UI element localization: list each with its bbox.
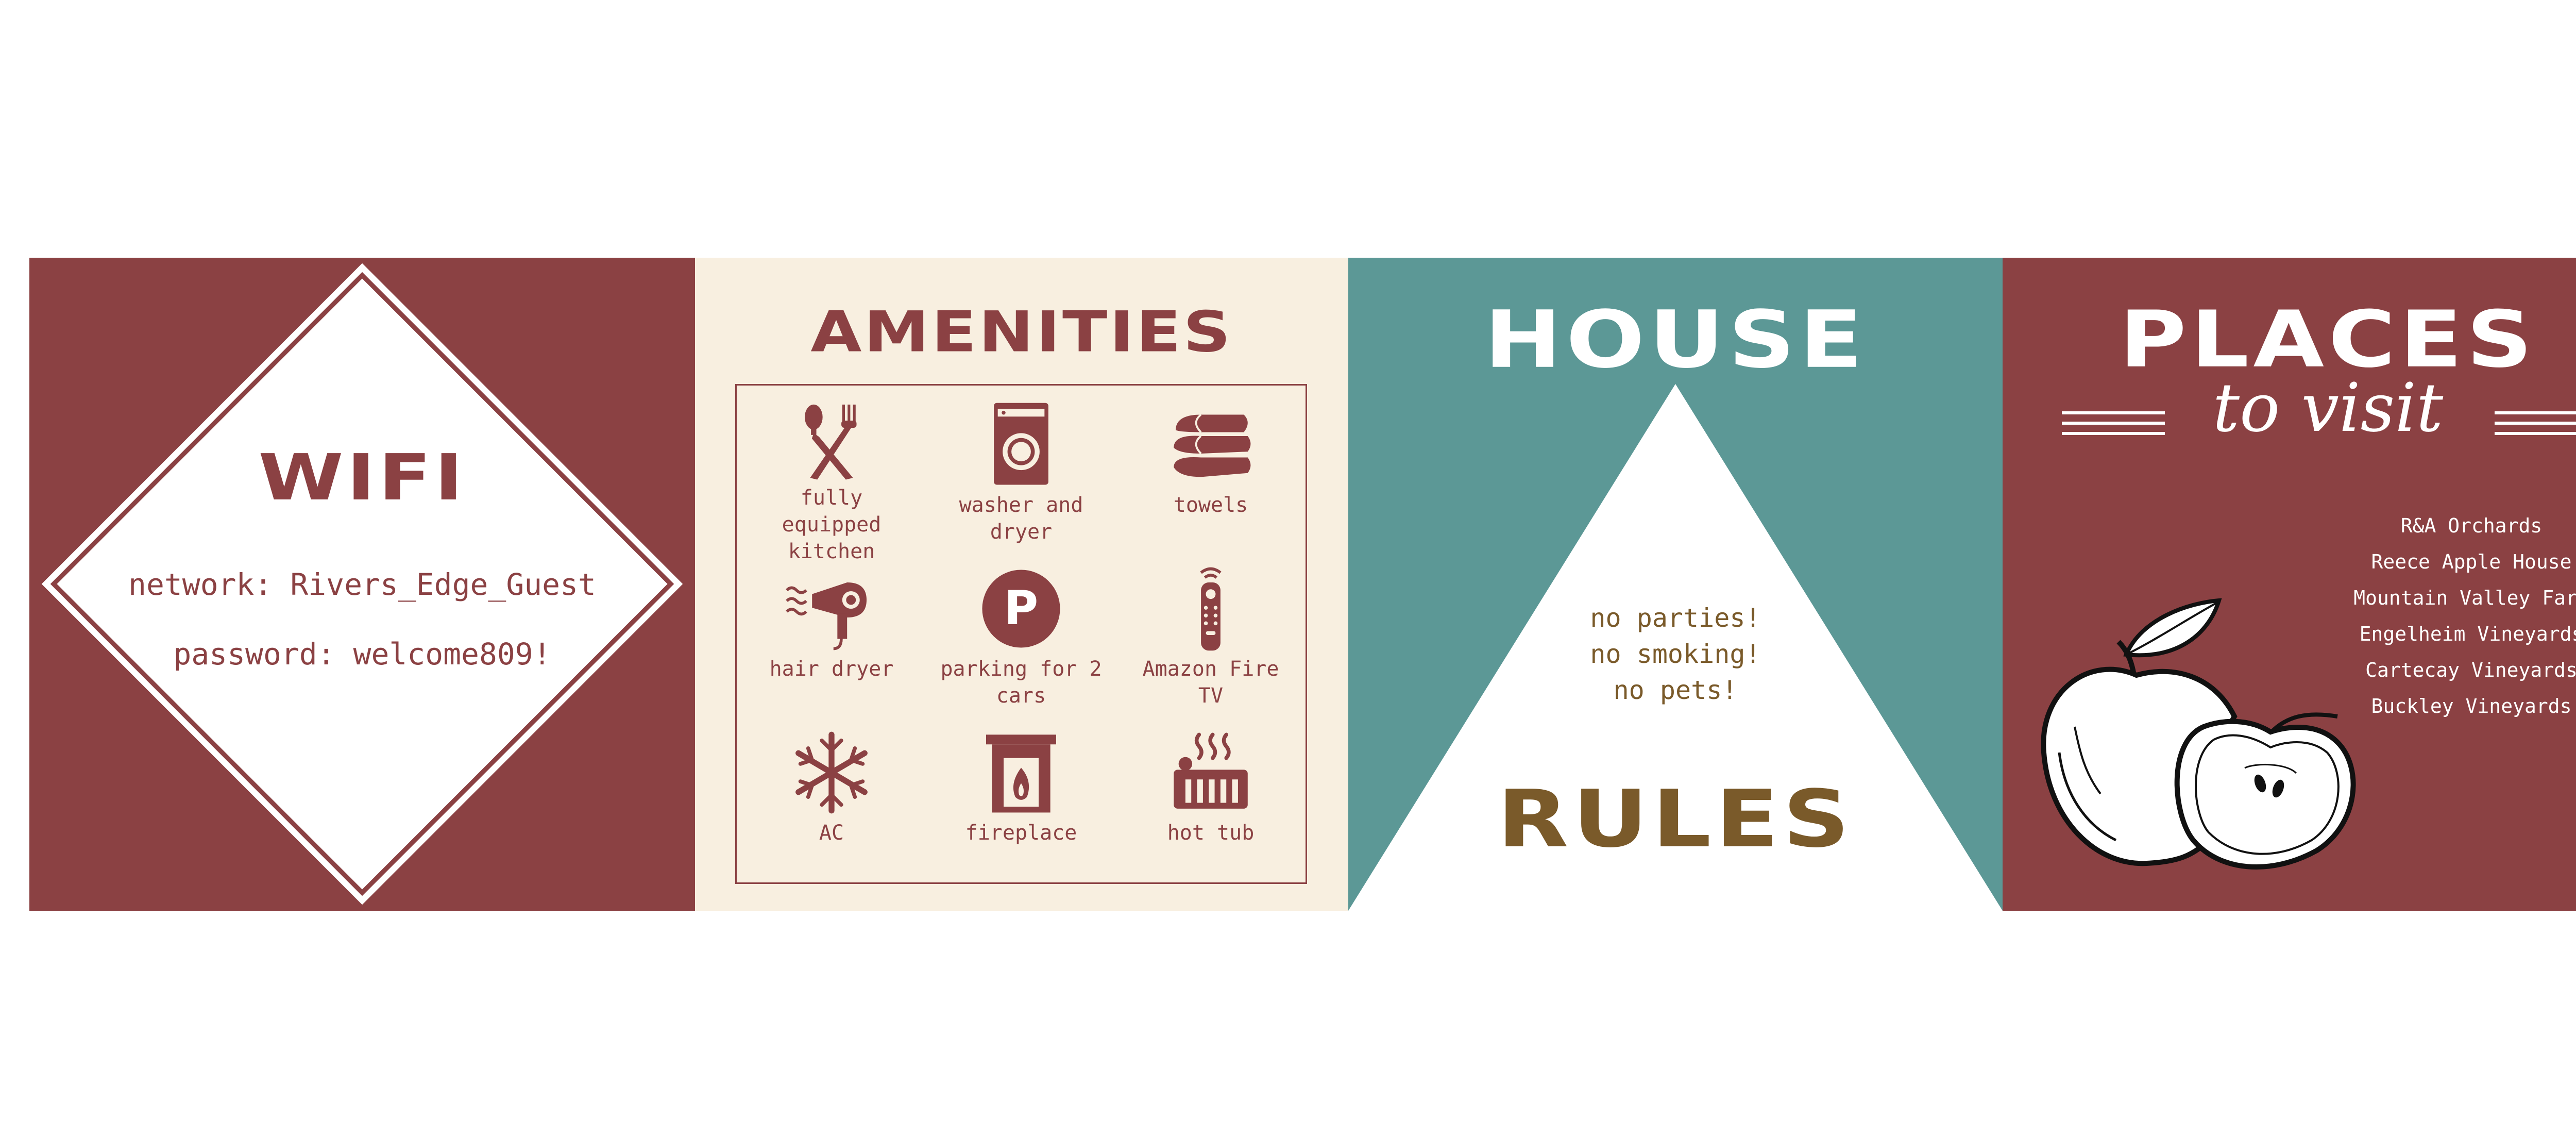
amenities-box: fully equipped kitchen washer and dryer xyxy=(735,384,1307,884)
wifi-network: network: Rivers_Edge_Guest xyxy=(128,567,596,602)
hot-tub-icon xyxy=(1174,732,1248,809)
amenity-item: AC xyxy=(737,729,926,893)
amenity-label: fireplace xyxy=(965,821,1077,845)
wifi-password: password: welcome809! xyxy=(173,637,551,672)
guest-info-strip: WIFI network: Rivers_Edge_Guest password… xyxy=(29,258,2576,911)
amenity-label: Amazon Fire TV xyxy=(1142,657,1279,708)
remote-control-icon xyxy=(1200,567,1222,651)
amenity-label: fully equipped kitchen xyxy=(782,486,882,563)
places-panel: PLACES to visit R&A Orchards Reece Apple… xyxy=(2003,258,2576,911)
amenities-title: AMENITIES xyxy=(810,299,1233,365)
amenity-item: P parking for 2 cars xyxy=(926,565,1116,729)
place-item: R&A Orchards xyxy=(2400,514,2543,537)
amenity-item: towels xyxy=(1116,401,1306,565)
amenity-item: hot tub xyxy=(1116,729,1306,893)
snowflake-icon xyxy=(795,731,868,814)
apple-illustration-icon xyxy=(2041,598,2356,870)
parking-icon: P xyxy=(982,570,1060,648)
amenity-item: hair dryer xyxy=(737,565,926,729)
amenity-label: hair dryer xyxy=(769,657,894,681)
amenities-panel: AMENITIES fully equipped kitchen washer … xyxy=(695,258,1348,911)
parking-letter: P xyxy=(1004,581,1038,636)
amenity-label: hot tub xyxy=(1167,821,1255,845)
amenity-item: washer and dryer xyxy=(926,401,1116,565)
house-title: HOUSE xyxy=(1484,294,1867,386)
amenity-item: Amazon Fire TV xyxy=(1116,565,1306,729)
place-item: Reece Apple House xyxy=(2371,550,2572,573)
fork-spoon-icon xyxy=(805,404,857,480)
wifi-panel: WIFI network: Rivers_Edge_Guest password… xyxy=(29,258,695,911)
hair-dryer-icon xyxy=(786,582,867,650)
amenity-item: fireplace xyxy=(926,729,1116,893)
washing-machine-icon xyxy=(994,403,1048,485)
towels-icon xyxy=(1174,413,1251,477)
amenity-label: towels xyxy=(1173,493,1248,517)
amenity-label: washer and dryer xyxy=(959,493,1083,544)
places-subtitle: to visit xyxy=(2212,369,2444,447)
wifi-title: WIFI xyxy=(258,441,466,515)
rules-title: RULES xyxy=(1497,773,1854,865)
amenity-label: AC xyxy=(819,821,844,845)
house-rules-panel: HOUSE no parties! no smoking! no pets! R… xyxy=(1348,258,2003,911)
fireplace-icon xyxy=(986,734,1056,813)
amenity-label: parking for 2 cars xyxy=(940,657,1102,708)
amenities-grid: fully equipped kitchen washer and dryer xyxy=(737,401,1306,893)
amenity-item: fully equipped kitchen xyxy=(737,401,926,565)
rule-item: no smoking! xyxy=(1590,639,1761,669)
rule-item: no pets! xyxy=(1613,675,1738,705)
rule-item: no parties! xyxy=(1590,603,1761,633)
